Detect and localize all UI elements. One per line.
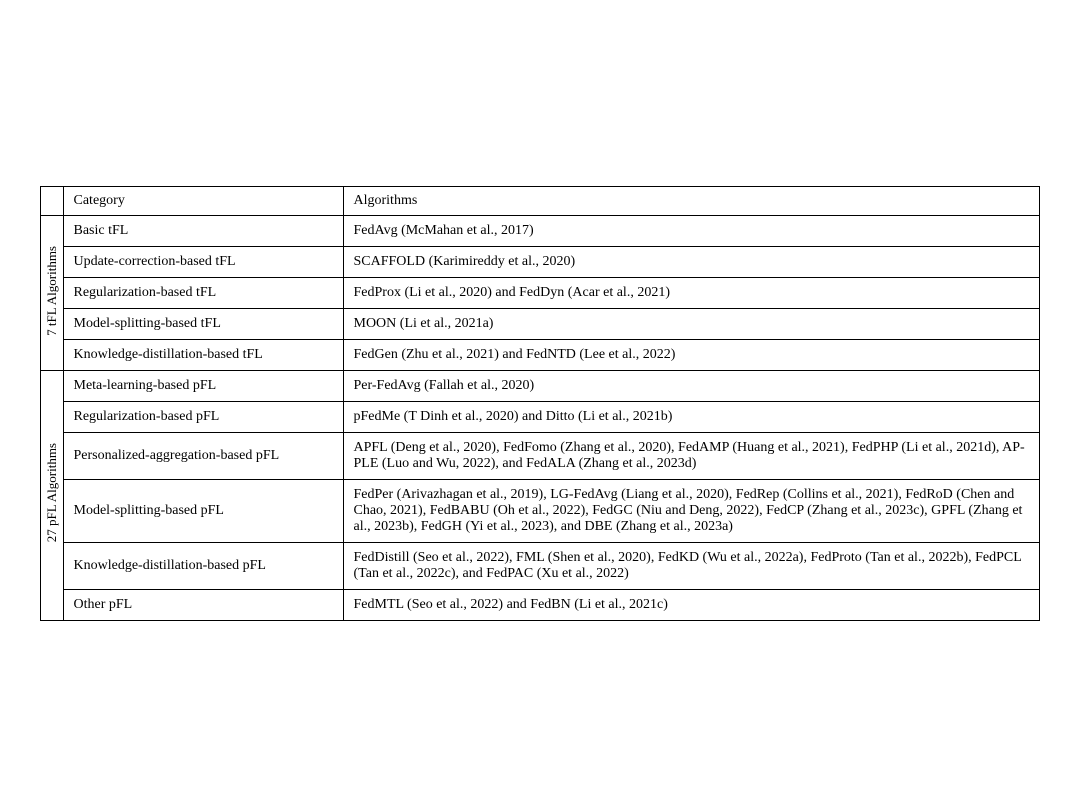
algorithm-cell: FedGen (Zhu et al., 2021) and FedNTD (Le… [343, 340, 1039, 371]
table-row: Knowledge-distillation-based tFLFedGen (… [41, 340, 1039, 371]
category-cell: Meta-learning-based pFL [63, 371, 343, 402]
category-cell: Knowledge-distillation-based tFL [63, 340, 343, 371]
table-row: Knowledge-distillation-based pFLFedDisti… [41, 543, 1039, 590]
algorithm-cell: FedPer (Arivazhagan et al., 2019), LG-Fe… [343, 480, 1039, 543]
category-cell: Basic tFL [63, 216, 343, 247]
table-header: Category Algorithms [41, 187, 1039, 216]
table-row: Model-splitting-based tFLMOON (Li et al.… [41, 309, 1039, 340]
table-row: Regularization-based pFLpFedMe (T Dinh e… [41, 402, 1039, 433]
header-category: Category [63, 187, 343, 216]
category-cell: Model-splitting-based tFL [63, 309, 343, 340]
category-cell: Model-splitting-based pFL [63, 480, 343, 543]
algorithm-cell: FedAvg (McMahan et al., 2017) [343, 216, 1039, 247]
algorithm-cell: SCAFFOLD (Karimireddy et al., 2020) [343, 247, 1039, 278]
table-row: Personalized-aggregation-based pFLAPFL (… [41, 433, 1039, 480]
category-cell: Other pFL [63, 590, 343, 621]
algorithm-cell: Per-FedAvg (Fallah et al., 2020) [343, 371, 1039, 402]
table-row: 27 pFL AlgorithmsMeta-learning-based pFL… [41, 371, 1039, 402]
table-row: 7 tFL AlgorithmsBasic tFLFedAvg (McMahan… [41, 216, 1039, 247]
category-cell: Personalized-aggregation-based pFL [63, 433, 343, 480]
category-cell: Knowledge-distillation-based pFL [63, 543, 343, 590]
algorithm-cell: FedMTL (Seo et al., 2022) and FedBN (Li … [343, 590, 1039, 621]
category-cell: Regularization-based pFL [63, 402, 343, 433]
algorithm-cell: pFedMe (T Dinh et al., 2020) and Ditto (… [343, 402, 1039, 433]
algorithm-cell: FedProx (Li et al., 2020) and FedDyn (Ac… [343, 278, 1039, 309]
algorithm-cell: FedDistill (Seo et al., 2022), FML (Shen… [343, 543, 1039, 590]
category-cell: Regularization-based tFL [63, 278, 343, 309]
algorithm-cell: APFL (Deng et al., 2020), FedFomo (Zhang… [343, 433, 1039, 480]
pfl-group-label: 27 pFL Algorithms [41, 371, 63, 621]
algorithm-cell: MOON (Li et al., 2021a) [343, 309, 1039, 340]
table-row: Update-correction-based tFLSCAFFOLD (Kar… [41, 247, 1039, 278]
table-row: Other pFLFedMTL (Seo et al., 2022) and F… [41, 590, 1039, 621]
table-row: Regularization-based tFLFedProx (Li et a… [41, 278, 1039, 309]
main-table-wrapper: Category Algorithms 7 tFL AlgorithmsBasi… [40, 186, 1040, 621]
category-cell: Update-correction-based tFL [63, 247, 343, 278]
table-row: Model-splitting-based pFLFedPer (Arivazh… [41, 480, 1039, 543]
header-col-label [41, 187, 63, 216]
tfl-group-label: 7 tFL Algorithms [41, 216, 63, 371]
header-algorithms: Algorithms [343, 187, 1039, 216]
